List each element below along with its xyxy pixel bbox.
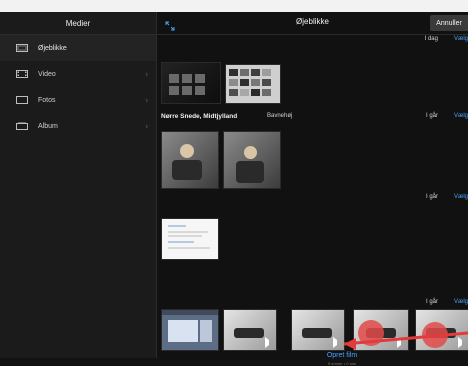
screenshot-panel [200,320,212,342]
mosaic-tile [240,79,249,86]
mosaic-tile [195,86,205,95]
video-thumbnail[interactable] [353,309,409,351]
doc-line [168,225,186,227]
moments-icon [16,44,28,52]
select-button[interactable]: Vælg [454,113,468,119]
sidebar-header: Medier [0,12,156,35]
location-subtitle: Bavnehøj [267,113,293,119]
car-shape [234,328,264,338]
mosaic-tile [182,86,192,95]
video-icon [16,70,28,78]
screenshot-thumbnail[interactable] [161,218,219,260]
mosaic-tile [262,69,271,76]
mosaic-tile [251,79,260,86]
cancel-button[interactable]: Annuller [430,15,468,31]
photo-thumbnail[interactable] [161,131,219,189]
screenshot-panel [168,320,198,342]
mosaic-tile [262,89,271,96]
mosaic-tile [240,89,249,96]
doc-line [168,235,202,237]
location-title: Nørre Snede, Midtjylland [161,113,238,120]
select-button[interactable]: Vælg [454,194,468,200]
sidebar-item-label: Fotos [38,96,56,104]
person-face [180,144,194,158]
person-face [244,146,257,159]
create-film-subtext: 0 emner • 0 min [327,361,357,366]
moment-thumbnail[interactable] [225,64,281,104]
doc-line [168,231,208,233]
album-icon [16,122,28,130]
mosaic-tile [229,89,238,96]
section-date: I dag [424,36,438,42]
mosaic-tile [169,86,179,95]
chevron-right-icon: › [145,69,148,79]
video-thumbnail[interactable] [223,309,277,351]
video-thumbnail[interactable] [415,309,468,351]
mosaic-tile [240,69,249,76]
play-icon [397,337,406,348]
mosaic-tile [262,79,271,86]
sidebar-item-fotos[interactable]: Fotos › [0,87,156,113]
doc-line [168,247,210,249]
select-button[interactable]: Vælg [454,299,468,305]
mosaic-tile [195,74,205,83]
moment-thumbnail[interactable] [161,62,221,104]
photo-thumbnail[interactable] [223,131,281,189]
doc-line [168,241,194,243]
sidebar-item-label: Øjeblikke [38,44,67,52]
sidebar-item-label: Album [38,122,58,130]
section-date: I går [425,194,438,200]
mosaic-tile [229,79,238,86]
car-shape [302,328,332,338]
screenshot-header [162,310,218,315]
highlight-blob [422,322,448,348]
sidebar-item-label: Video [38,70,56,78]
section-date: I går [425,113,438,119]
mosaic-tile [251,89,260,96]
sidebar-item-video[interactable]: Video › [0,61,156,87]
play-icon [333,337,342,348]
photo-thumbnail[interactable] [161,309,219,351]
chevron-right-icon: › [145,95,148,105]
mosaic-tile [169,74,179,83]
main-header: Øjeblikke Annuller [157,12,468,35]
sidebar: Medier Øjeblikke Video › Fotos › Album › [0,12,157,358]
sidebar-item-album[interactable]: Album › [0,113,156,139]
section-date: I går [425,299,438,305]
chevron-right-icon: › [145,121,148,131]
video-thumbnail[interactable] [291,309,345,351]
highlight-blob [358,320,384,346]
main-panel: Øjeblikke Annuller I dag Vælg Nørre Sned… [157,12,468,366]
play-icon [458,337,467,348]
sidebar-item-oejeblikke[interactable]: Øjeblikke [0,35,156,61]
person-body [172,160,202,180]
select-button[interactable]: Vælg [454,36,468,42]
mosaic-tile [251,69,260,76]
mosaic-tile [229,69,238,76]
play-icon [265,337,274,348]
mosaic-tile [182,74,192,83]
person-body [236,161,264,183]
photos-icon [16,96,28,104]
page-title: Øjeblikke [296,17,329,26]
